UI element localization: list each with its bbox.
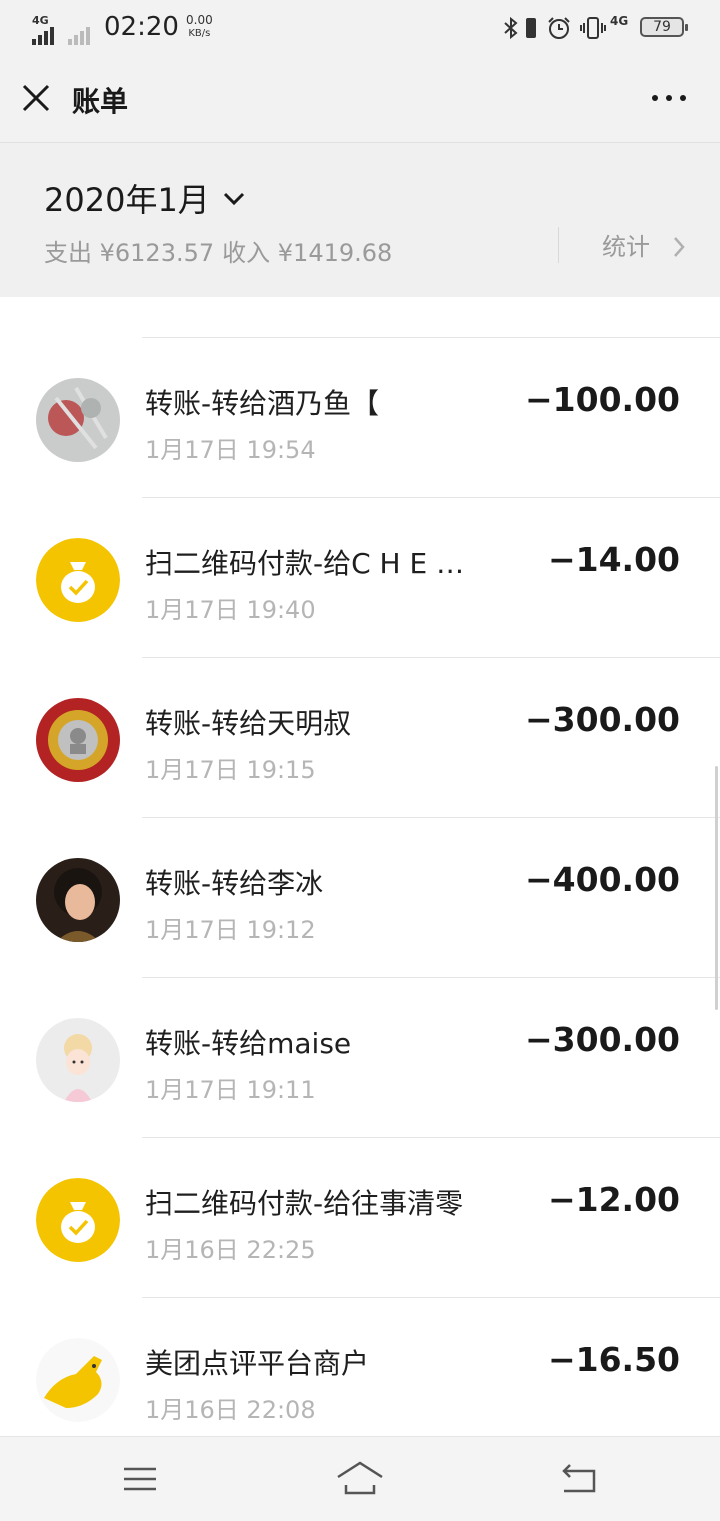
signal-bars-2-icon: [68, 26, 92, 45]
transaction-time: 1月17日 19:11: [145, 1076, 316, 1104]
bluetooth-icon: [504, 16, 518, 40]
person-avatar: [36, 858, 120, 942]
vibrate-icon: [580, 17, 606, 39]
chevron-right-icon: [674, 237, 685, 257]
month-selector[interactable]: 2020年1月: [44, 175, 210, 221]
network-speed: 0.00 KB/s: [186, 14, 213, 40]
transaction-row[interactable]: 转账-转给酒乃鱼【 1月17日 19:54 −100.00: [0, 338, 720, 498]
scrollbar[interactable]: [715, 766, 718, 1010]
more-button[interactable]: [640, 80, 698, 116]
transaction-row[interactable]: 扫二维码付款-给C H E … 1月17日 19:40 −14.00: [0, 498, 720, 658]
more-dots-icon: [652, 95, 686, 101]
transaction-row[interactable]: 转账-转给maise 1月17日 19:11 −300.00: [0, 978, 720, 1138]
transaction-title: 美团点评平台商户: [145, 1347, 370, 1380]
transaction-amount: −14.00: [547, 540, 680, 579]
transaction-time: 1月17日 19:15: [145, 756, 316, 784]
close-button[interactable]: [18, 80, 54, 116]
clock: 02:20: [104, 12, 179, 42]
speed-value: 0.00: [186, 13, 213, 27]
home-button[interactable]: [336, 1459, 384, 1499]
badge-avatar: [36, 698, 120, 782]
cartoon-avatar: [36, 1018, 120, 1102]
stats-button[interactable]: 统计: [602, 227, 692, 267]
transaction-row[interactable]: 转账-转给天明叔 1月17日 19:15 −300.00: [0, 658, 720, 818]
back-icon: [562, 1464, 596, 1493]
bill-summary: 2020年1月 支出 ¥6123.57 收入 ¥1419.68 统计: [0, 143, 720, 297]
page-title: 账单: [72, 85, 129, 118]
status-icons: 4G 79: [502, 14, 692, 42]
transaction-row[interactable]: 扫二维码付款-给往事清零 1月16日 22:25 −12.00: [0, 1138, 720, 1298]
expense-total: 支出 ¥6123.57: [44, 239, 215, 267]
transaction-time: 1月17日 19:40: [145, 596, 316, 624]
transaction-amount: −16.50: [547, 1340, 680, 1379]
menu-icon: [124, 1467, 156, 1491]
transaction-time: 1月17日 19:12: [145, 916, 316, 944]
money-bag-icon: [36, 1178, 120, 1262]
transaction-amount: −400.00: [525, 860, 680, 899]
home-icon: [337, 1461, 383, 1495]
signal-bars-icon: [32, 26, 56, 45]
network-type-2: 4G: [610, 14, 629, 28]
transaction-title: 扫二维码付款-给往事清零: [145, 1187, 464, 1220]
transaction-title: 转账-转给天明叔: [145, 707, 352, 740]
income-total: 收入 ¥1419.68: [222, 239, 393, 267]
transaction-time: 1月16日 22:08: [145, 1396, 316, 1424]
transaction-title: 转账-转给李冰: [145, 867, 324, 900]
transaction-amount: −100.00: [525, 380, 680, 419]
transaction-row[interactable]: 转账-转给李冰 1月17日 19:12 −400.00: [0, 818, 720, 978]
transaction-amount: −300.00: [525, 700, 680, 739]
signal-indicator: 4G: [32, 14, 94, 45]
kangaroo-logo: [36, 1338, 120, 1422]
transaction-time: 1月16日 22:25: [145, 1236, 316, 1264]
speed-unit: KB/s: [188, 28, 211, 39]
stats-label: 统计: [602, 233, 650, 261]
transaction-title: 转账-转给酒乃鱼【: [145, 387, 380, 420]
menu-button[interactable]: [116, 1459, 164, 1499]
money-bag-icon: [36, 538, 120, 622]
battery-indicator: 79: [640, 17, 688, 37]
back-button[interactable]: [556, 1459, 604, 1499]
transaction-amount: −300.00: [525, 1020, 680, 1059]
transaction-title: 扫二维码付款-给C H E …: [145, 547, 465, 580]
vibrate-phone-icon: [526, 18, 536, 38]
transaction-row[interactable]: 美团点评平台商户 1月16日 22:08 −16.50: [0, 1298, 720, 1458]
photo-avatar: [36, 378, 120, 462]
totals: 支出 ¥6123.57 收入 ¥1419.68: [44, 233, 400, 268]
chevron-down-icon[interactable]: [222, 191, 246, 207]
app-bar: 账单: [0, 56, 720, 143]
transaction-amount: −12.00: [547, 1180, 680, 1219]
transaction-time: 1月17日 19:54: [145, 436, 316, 464]
alarm-icon: [548, 17, 570, 39]
transaction-title: 转账-转给maise: [145, 1027, 352, 1060]
status-bar: 4G 02:20 0.00 KB/s 4G 79: [0, 0, 720, 56]
system-nav-bar: [0, 1436, 720, 1521]
divider: [558, 227, 559, 263]
close-icon: [22, 84, 50, 112]
